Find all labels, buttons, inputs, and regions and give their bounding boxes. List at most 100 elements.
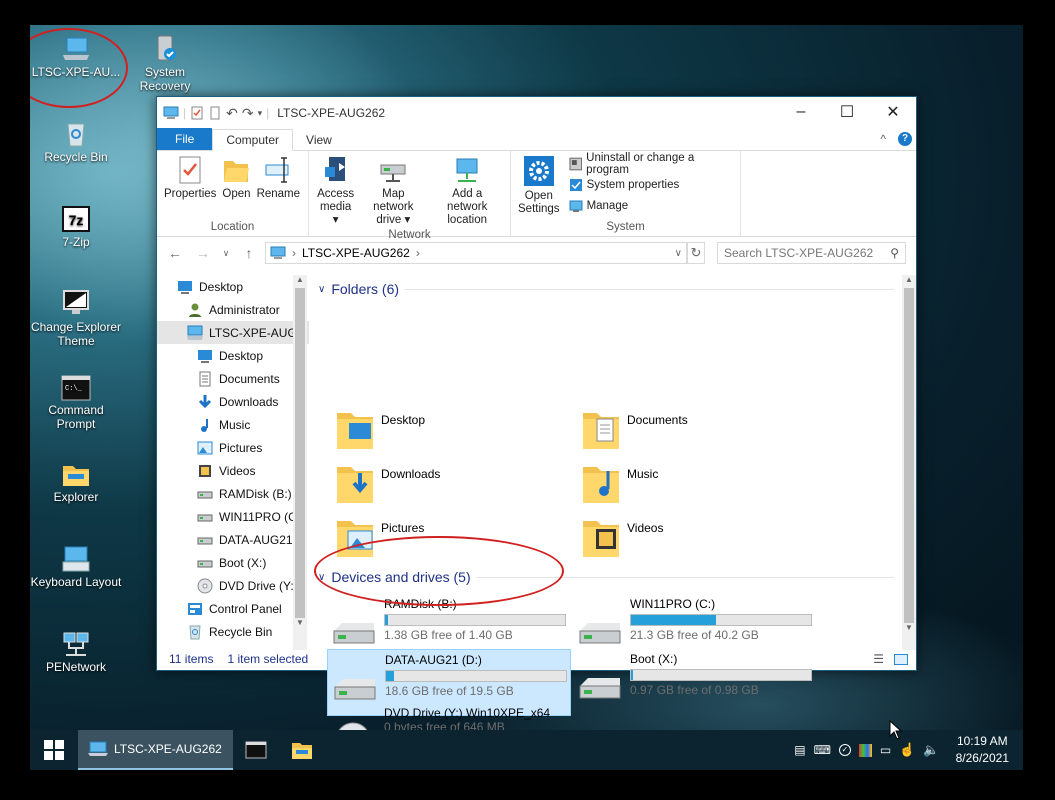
access-media-button[interactable]: Access media ▾ (313, 153, 358, 229)
touch-icon[interactable]: ☝ (899, 742, 915, 758)
desktop-icon-recycle-bin[interactable]: Recycle Bin (30, 118, 122, 164)
scroll-down-icon[interactable]: ▼ (902, 623, 916, 632)
selection-count: 1 item selected (227, 652, 309, 666)
breadcrumb-path[interactable]: LTSC-XPE-AUG262 (302, 246, 410, 260)
details-view-icon[interactable]: ☰ (873, 652, 884, 666)
scroll-up-icon[interactable]: ▲ (293, 275, 307, 284)
close-button[interactable]: ✕ (870, 97, 916, 127)
folder-music[interactable]: Music (581, 463, 658, 505)
desktop-icon-system-recovery[interactable]: System Recovery (119, 33, 211, 93)
clock[interactable]: 10:19 AM 8/26/2021 (956, 733, 1009, 767)
volume-icon[interactable]: 🔈 (923, 742, 939, 758)
nav-item[interactable]: Administrator (157, 298, 309, 321)
nav-item[interactable]: WIN11PRO (C:) (157, 505, 309, 528)
windows-icon (44, 740, 64, 760)
navigation-scrollbar[interactable]: ▲ ▼ (293, 275, 307, 650)
uninstall-program-button[interactable]: Uninstall or change a program (569, 151, 736, 176)
search-box[interactable]: Search LTSC-XPE-AUG262 ⚲ (717, 242, 906, 264)
desktop-icon-label: PENetwork (45, 660, 107, 674)
start-button[interactable] (30, 730, 78, 770)
nav-item[interactable]: LTSC-XPE-AUG2 (157, 321, 309, 344)
manage-label: Manage (586, 199, 629, 212)
scroll-down-icon[interactable]: ▼ (293, 618, 307, 627)
scroll-up-icon[interactable]: ▲ (902, 275, 916, 284)
add-network-location-button[interactable]: Add a network location (428, 153, 506, 229)
taskbar-explorer-window[interactable]: LTSC-XPE-AUG262 (78, 730, 233, 770)
folder-label: Videos (627, 521, 664, 535)
nav-item-label: Documents (219, 371, 280, 386)
taskbar-cmd[interactable] (233, 730, 279, 770)
back-button[interactable]: ← (163, 245, 187, 261)
taskbar-explorer[interactable] (279, 730, 325, 770)
nav-item[interactable]: DATA-AUG21 ( (157, 528, 309, 551)
nav-item-label: Videos (219, 463, 256, 478)
refresh-button[interactable]: ↻ (687, 242, 705, 264)
nav-item[interactable]: Music (157, 413, 309, 436)
manage-button[interactable]: Manage (569, 195, 736, 216)
folder-icon (292, 743, 312, 759)
folders-header[interactable]: ∨ Folders (6) (318, 281, 894, 297)
title-bar[interactable]: | ↶ ↷ ▾ | LTSC-XPE-AUG262 – ☐ ✕ (157, 97, 916, 129)
folder-videos[interactable]: Videos (581, 517, 663, 559)
open-button[interactable]: Open (219, 153, 253, 221)
tab-view[interactable]: View (293, 130, 345, 150)
open-settings-button[interactable]: Open Settings (515, 153, 563, 221)
nav-item[interactable]: Documents (157, 367, 309, 390)
desktop-icon-7zip[interactable]: 7z 7-Zip (30, 205, 122, 249)
collapse-ribbon-icon[interactable]: ^ (880, 132, 886, 146)
redo-icon[interactable]: ↷ (242, 105, 254, 122)
system-properties-button[interactable]: System properties (569, 174, 736, 195)
nav-item[interactable]: Boot (X:) (157, 551, 309, 574)
network-icon[interactable]: ▤ (794, 743, 805, 757)
nav-item[interactable]: Control Panel (157, 597, 309, 620)
settings-icon[interactable]: ✓ (838, 744, 851, 756)
minimize-button[interactable]: – (778, 97, 824, 127)
new-file-icon[interactable] (208, 106, 222, 120)
folder-downloads[interactable]: Downloads (335, 463, 440, 505)
maximize-button[interactable]: ☐ (824, 97, 870, 127)
help-icon[interactable]: ? (898, 132, 912, 146)
nav-item[interactable]: Recycle Bin (157, 620, 309, 643)
nav-item[interactable]: Videos (157, 459, 309, 482)
nav-item[interactable]: Pictures (157, 436, 309, 459)
keyboard-icon[interactable]: ⌨ (814, 743, 831, 757)
forward-button[interactable]: → (191, 245, 215, 261)
folder-desktop[interactable]: Desktop (335, 409, 425, 451)
desktop-icon-command-prompt[interactable]: C:\_ Command Prompt (30, 375, 122, 431)
desktop-icon-keyboard-layout[interactable]: Keyboard Layout (30, 545, 122, 589)
tab-computer[interactable]: Computer (212, 129, 294, 151)
address-bar[interactable]: › LTSC-XPE-AUG262 › ∨ (265, 242, 687, 264)
nav-item[interactable]: Desktop (157, 275, 309, 298)
tiles-view-icon[interactable] (894, 653, 908, 665)
desktop-icon-label: 7-Zip (62, 235, 90, 249)
folder-documents[interactable]: Documents (581, 409, 688, 451)
usb-icon[interactable]: ▭ (880, 743, 891, 757)
rename-button[interactable]: Rename (254, 153, 303, 221)
nav-item[interactable]: Downloads (157, 390, 309, 413)
up-button[interactable]: ↑ (237, 245, 261, 261)
recent-locations-icon[interactable]: ∨ (219, 248, 233, 259)
nav-item[interactable]: Desktop (157, 344, 309, 367)
color-icon[interactable] (858, 743, 872, 757)
properties-button[interactable]: Properties (161, 153, 219, 221)
map-network-drive-button[interactable]: Map network drive ▾ (358, 153, 428, 229)
scroll-thumb[interactable] (295, 288, 305, 618)
desktop-icon-penetwork[interactable]: PENetwork (30, 630, 122, 674)
scroll-thumb[interactable] (904, 288, 914, 623)
desktop-icon-change-theme[interactable]: Change Explorer Theme (30, 288, 122, 348)
desktop-icon (178, 280, 192, 294)
documents-icon (199, 371, 211, 386)
desktop-icon-explorer[interactable]: Explorer (30, 460, 122, 504)
nav-item[interactable]: DVD Drive (Y:) ’ (157, 574, 309, 597)
content-scrollbar[interactable]: ▲ ▼ (902, 275, 916, 650)
drive-free-space: 0.97 GB free of 0.98 GB (630, 683, 759, 697)
undo-icon[interactable]: ↶ (226, 105, 238, 122)
properties-icon[interactable] (190, 106, 204, 120)
nav-item[interactable]: RAMDisk (B:) (157, 482, 309, 505)
address-dropdown-icon[interactable]: ∨ (675, 248, 682, 259)
tab-file[interactable]: File (157, 128, 213, 150)
chevron-down-icon: ∨ (318, 283, 326, 295)
drive-icon (197, 491, 213, 498)
customize-dropdown-icon[interactable]: ▾ (258, 108, 263, 119)
uninstall-label: Uninstall or change a program (586, 151, 695, 176)
